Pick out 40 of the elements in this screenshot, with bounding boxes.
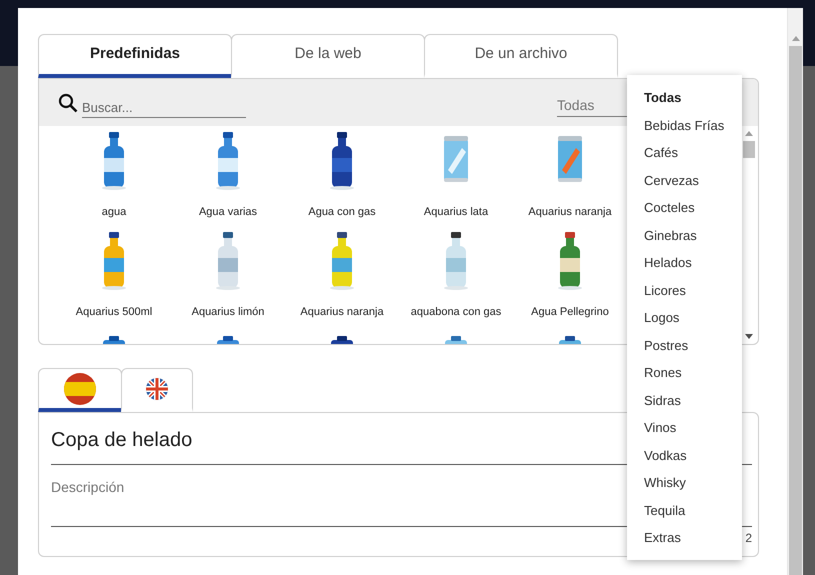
product-label: agua (102, 206, 126, 218)
dialog-scrollbar[interactable] (787, 8, 803, 575)
product-label: Agua Pellegrino (531, 306, 609, 318)
language-tab[interactable] (38, 368, 122, 412)
menu-item[interactable]: Cocteles (627, 194, 742, 222)
menu-item[interactable]: Extras (627, 524, 742, 552)
menu-item[interactable]: Whisky (627, 469, 742, 496)
menu-item[interactable]: Postres (627, 332, 742, 359)
scroll-down-icon[interactable] (744, 334, 752, 339)
scrollbar[interactable] (742, 130, 755, 340)
menu-item[interactable]: Helados (627, 249, 742, 276)
product-label: Agua varias (198, 206, 258, 218)
menu-item[interactable]: Sidras (627, 386, 742, 414)
search-field[interactable]: Buscar... (82, 94, 246, 118)
scroll-up-icon[interactable] (792, 36, 800, 41)
menu-item[interactable]: Tequila (627, 496, 742, 524)
product-label: Aquarius limón (192, 306, 264, 318)
menu-item[interactable]: Logos (627, 304, 742, 332)
menu-item[interactable]: Licores (627, 276, 742, 304)
menu-item[interactable]: Rones (627, 359, 742, 386)
source-tab[interactable]: De la web (231, 34, 425, 78)
product-label: aquabona con gas (410, 306, 502, 318)
menu-item[interactable]: Ginebras (627, 222, 742, 249)
search-icon (58, 92, 78, 112)
menu-item[interactable]: Cervezas (627, 166, 742, 194)
product-label: Agua con gas (308, 206, 376, 218)
uk-flag-icon (146, 378, 168, 400)
product-label: Aquarius naranja (528, 206, 612, 218)
spain-flag-icon (64, 372, 96, 404)
product-label: Aquarius naranja (300, 306, 384, 318)
language-tab[interactable] (121, 368, 193, 412)
source-tab[interactable]: De un archivo (424, 34, 618, 78)
product-label: Aquarius 500ml (76, 306, 152, 318)
scroll-up-icon[interactable] (744, 131, 752, 136)
character-counter: 2 (745, 531, 752, 545)
scroll-thumb[interactable] (742, 141, 754, 158)
scroll-thumb[interactable] (789, 46, 802, 575)
product-label: Aquarius lata (424, 206, 488, 218)
source-tab[interactable]: Predefinidas (38, 34, 232, 78)
menu-item[interactable]: Cafés (627, 139, 742, 166)
